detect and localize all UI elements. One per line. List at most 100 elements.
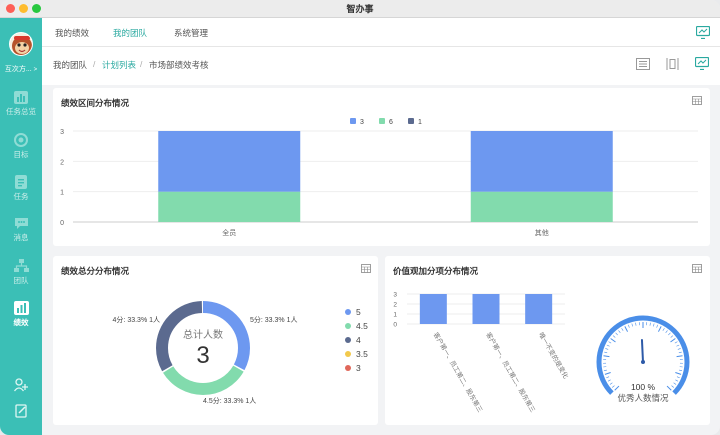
gauge-tick [603,369,607,372]
gauge-tick [608,341,612,344]
gauge-tick [657,326,662,332]
legend-label: 4 [356,335,361,345]
screen-share-icon[interactable] [696,26,710,39]
gauge-tick [649,322,651,326]
breadcrumb-current: 市场部绩效考核 [149,60,209,70]
task-list-icon [15,175,27,189]
total-label: 总计人数 [183,330,223,341]
legend-dot [345,323,351,329]
x-tick-label: 其他 [535,228,549,237]
breadcrumb-separator: / [140,59,143,69]
gauge-tick [668,332,671,336]
monkey-avatar-icon [12,36,32,55]
gauge-tick [603,355,610,358]
gauge-tick [621,328,624,331]
gauge-tick [675,372,682,375]
panel-values-bonus: 价值观加分项分布情况 0 1 2 3 客户第一、员工第二、股东第三 客户第一、员工第二、股… [385,256,710,425]
legend-label: 4.5 [356,321,368,331]
gauge-tick [610,338,616,343]
gauge-tick [674,341,678,344]
legend-swatch [350,118,356,124]
chart-view-icon[interactable] [695,57,709,70]
user-name-text: 互次方... [4,66,32,73]
legend-dot [345,365,351,371]
y-tick-label: 1 [60,190,64,197]
gauge-tick [604,372,611,375]
sidebar-item-tasks[interactable]: 任务 [0,175,42,211]
tab-system-settings[interactable]: 系统管理 [174,27,208,39]
bar-chart-icon [14,91,28,104]
slice-label: 4分: 33.3% 1人 [113,315,160,324]
legend-swatch [408,118,414,124]
gauge-tick [606,376,610,379]
performance-chart-icon [13,301,29,315]
breadcrumb: 我的团队 / 计划列表 / 市场部绩效考核 [42,47,720,85]
stacked-bar-chart: 0 1 2 3 全员 其他 3 6 1 [60,118,698,237]
legend-dot [345,309,351,315]
message-icon [14,218,28,229]
user-name[interactable]: 互次方... > [0,64,42,74]
breadcrumb-plan-list[interactable]: 计划列表 [102,59,136,71]
legend-dot [345,351,351,357]
bar-segment [470,131,613,192]
sidebar-item-performance[interactable]: 绩效 [0,301,42,337]
title-bar: 智办事 [0,0,720,18]
legend-label: 1 [418,119,422,126]
gauge-needle-hub [641,360,645,364]
sidebar-item-overview[interactable]: 任务总览 [0,91,42,127]
gauge-tick [605,348,609,350]
edit-note-icon [14,404,27,418]
gauge-tick [656,324,659,328]
window-title: 智办事 [346,4,374,14]
gauge-tick [624,326,629,332]
tab-my-performance[interactable]: 我的绩效 [55,27,89,39]
gauge-value: 100 % [630,382,656,392]
legend-label: 3.5 [356,349,368,359]
bar-segment [158,131,301,192]
sidebar-item-team[interactable]: 团队 [0,259,42,295]
bar-segment [158,191,301,222]
org-chart-icon [13,259,29,272]
app-window: 智办事 互次方... > 任务总览 目标 任务 消息 团队 绩效 我的绩效 我的… [0,0,720,435]
gauge-tick [677,348,681,350]
add-member-button[interactable] [0,378,42,394]
gauge-tick [676,355,683,358]
edit-button[interactable] [0,404,42,420]
total-value: 3 [196,342,210,369]
top-navigation: 我的绩效 我的团队 系统管理 [42,18,720,47]
sidebar: 互次方... > 任务总览 目标 任务 消息 团队 绩效 [0,18,42,435]
gauge-tick [679,369,683,372]
legend-label: 5 [356,307,361,317]
sidebar-item-label: 目标 [13,150,29,159]
legend-swatch [379,118,385,124]
add-user-icon [14,378,28,392]
tab-my-team[interactable]: 我的团队 [113,27,147,39]
sidebar-item-messages[interactable]: 消息 [0,217,42,253]
gauge-tick [618,330,621,333]
sidebar-item-label: 消息 [13,233,29,242]
gauge-tick [676,344,680,347]
y-tick-label: 0 [60,220,64,227]
slice-label: 5分: 33.3% 1人 [250,315,297,324]
gauge-tick [604,351,608,354]
list-view-icon[interactable] [636,58,650,70]
gauge-tick [612,335,616,338]
gauge-tick [653,323,655,327]
gauge-tick [606,344,610,347]
panel-score-range: 绩效区间分布情况 0 1 2 3 全员 其他 3 6 1 [53,88,710,246]
breadcrumb-separator: / [93,59,96,69]
gauge-tick [627,324,630,328]
chevron-right-icon: > [33,67,38,73]
gauge-tick [678,351,682,354]
avatar[interactable] [9,32,33,56]
slice-label: 4.5分: 33.3% 1人 [203,396,256,405]
sidebar-item-goals[interactable]: 目标 [0,133,42,169]
gauge-tick [665,330,668,333]
gauge-tick [615,332,618,336]
legend-label: 6 [389,119,393,126]
breadcrumb-my-team[interactable]: 我的团队 [53,59,87,71]
gauge-tick [670,335,674,338]
bar-segment [470,191,613,222]
sidebar-item-label: 团队 [13,276,29,285]
column-view-icon[interactable] [666,58,679,70]
